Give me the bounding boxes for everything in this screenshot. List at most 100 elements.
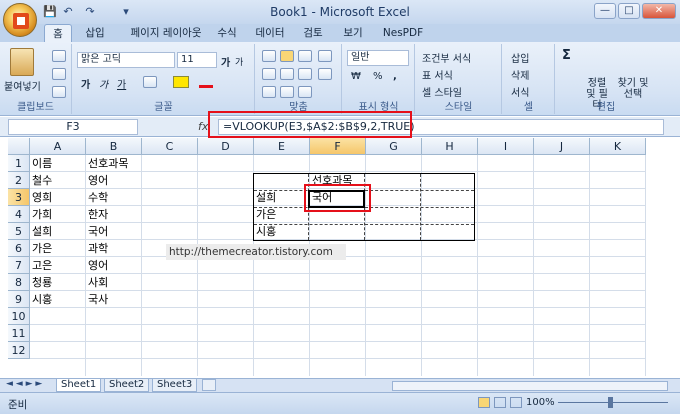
sheet-nav-icons[interactable]: ◄ ◄ ► ►	[6, 379, 42, 389]
cell-a5[interactable]: 설희	[30, 223, 86, 240]
cell-a9[interactable]: 시홍	[30, 291, 86, 308]
cell-a7[interactable]: 고은	[30, 257, 86, 274]
cell-a3[interactable]: 영희	[30, 189, 86, 206]
merge-center-icon[interactable]	[318, 68, 332, 80]
wrap-text-icon[interactable]	[318, 50, 332, 62]
zoom-level[interactable]: 100%	[526, 397, 555, 408]
fx-icon[interactable]: fx	[198, 120, 208, 133]
cut-icon[interactable]	[52, 50, 66, 62]
cell-a8[interactable]: 청룡	[30, 274, 86, 291]
bold-button[interactable]: 가	[81, 76, 90, 91]
cell-b8[interactable]: 사회	[86, 274, 142, 291]
normal-view-icon[interactable]	[478, 397, 490, 408]
copy-icon[interactable]	[52, 68, 66, 80]
cell-a1[interactable]: 이름	[30, 155, 86, 172]
column-header[interactable]: K	[590, 138, 646, 155]
grow-font-button[interactable]: 가	[221, 54, 230, 69]
decrease-indent-icon[interactable]	[262, 86, 276, 98]
close-button[interactable]: ✕	[642, 3, 676, 19]
format-cells-button[interactable]: 서식	[511, 84, 529, 99]
align-top-icon[interactable]	[262, 50, 276, 62]
font-name-select[interactable]: 맑은 고딕	[77, 52, 175, 68]
tab-home[interactable]: 홈	[44, 24, 72, 42]
delete-cells-button[interactable]: 삭제	[511, 67, 529, 82]
column-header[interactable]: D	[198, 138, 254, 155]
cell-e3[interactable]: 설희	[254, 189, 310, 206]
row-header[interactable]: 4	[8, 206, 30, 223]
zoom-slider[interactable]	[558, 402, 668, 403]
cell-b2[interactable]: 영어	[86, 172, 142, 189]
italic-button[interactable]: 가	[99, 76, 108, 91]
row-header[interactable]: 11	[8, 325, 30, 342]
align-center-icon[interactable]	[280, 68, 294, 80]
currency-button[interactable]: ₩	[351, 71, 361, 82]
column-header[interactable]: J	[534, 138, 590, 155]
cell-e5[interactable]: 시홍	[254, 223, 310, 240]
font-size-select[interactable]: 11	[177, 52, 217, 68]
tab-page-layout[interactable]: 페이지 레이아웃	[118, 24, 214, 42]
name-box[interactable]: F3	[8, 119, 138, 135]
row-header[interactable]: 6	[8, 240, 30, 257]
tab-formulas[interactable]: 수식	[210, 24, 244, 42]
cell-b1[interactable]: 선호과목	[86, 155, 142, 172]
cell-b5[interactable]: 국어	[86, 223, 142, 240]
cell-b7[interactable]: 영어	[86, 257, 142, 274]
column-header[interactable]: H	[422, 138, 478, 155]
row-header[interactable]: 1	[8, 155, 30, 172]
tab-view[interactable]: 보기	[336, 24, 370, 42]
underline-button[interactable]: 가	[117, 76, 126, 91]
text-orientation-icon[interactable]	[298, 86, 312, 98]
row-header[interactable]: 9	[8, 291, 30, 308]
cell-a4[interactable]: 가희	[30, 206, 86, 223]
autosum-button[interactable]: Σ	[562, 48, 571, 63]
cell-e4[interactable]: 가은	[254, 206, 310, 223]
page-layout-view-icon[interactable]	[494, 397, 506, 408]
insert-cells-button[interactable]: 삽입	[511, 50, 529, 65]
format-as-table-button[interactable]: 표 서식	[422, 67, 453, 82]
sheet-tab[interactable]: Sheet2	[104, 379, 150, 392]
cell-a6[interactable]: 가은	[30, 240, 86, 257]
cell-b3[interactable]: 수학	[86, 189, 142, 206]
sheet-tab[interactable]: Sheet1	[56, 379, 102, 392]
page-break-view-icon[interactable]	[510, 397, 522, 408]
row-header[interactable]: 5	[8, 223, 30, 240]
office-button[interactable]	[3, 3, 37, 37]
cell-b9[interactable]: 국사	[86, 291, 142, 308]
tab-nespdf[interactable]: NesPDF	[378, 24, 428, 42]
comma-button[interactable]: ,	[393, 71, 397, 82]
horizontal-scrollbar[interactable]	[392, 381, 668, 391]
border-icon[interactable]	[143, 76, 157, 88]
cell-b6[interactable]: 과학	[86, 240, 142, 257]
sheet-tab[interactable]: Sheet3	[152, 379, 198, 392]
row-header[interactable]: 10	[8, 308, 30, 325]
zoom-slider-thumb[interactable]	[608, 397, 613, 408]
font-color-icon[interactable]	[199, 76, 213, 88]
align-right-icon[interactable]	[298, 68, 312, 80]
fill-color-icon[interactable]	[173, 76, 189, 88]
row-header[interactable]: 3	[8, 189, 30, 206]
column-header[interactable]: A	[30, 138, 86, 155]
row-header[interactable]: 2	[8, 172, 30, 189]
format-painter-icon[interactable]	[52, 86, 66, 98]
increase-indent-icon[interactable]	[280, 86, 294, 98]
insert-sheet-icon[interactable]	[202, 379, 216, 391]
conditional-format-button[interactable]: 조건부 서식	[422, 50, 471, 65]
cell-b4[interactable]: 한자	[86, 206, 142, 223]
column-header[interactable]: I	[478, 138, 534, 155]
row-header[interactable]: 12	[8, 342, 30, 359]
cell-styles-button[interactable]: 셀 스타일	[422, 84, 462, 99]
percent-button[interactable]: %	[373, 71, 383, 82]
row-header[interactable]: 8	[8, 274, 30, 291]
tab-data[interactable]: 데이터	[250, 24, 290, 42]
column-header[interactable]: B	[86, 138, 142, 155]
tab-review[interactable]: 검토	[296, 24, 330, 42]
column-header[interactable]: E	[254, 138, 310, 155]
column-header[interactable]: C	[142, 138, 198, 155]
column-header[interactable]: F	[310, 138, 366, 155]
minimize-button[interactable]: —	[594, 3, 616, 19]
align-bottom-icon[interactable]	[298, 50, 312, 62]
cell-a2[interactable]: 철수	[30, 172, 86, 189]
find-select-button[interactable]: 찾기 및 선택	[616, 78, 650, 100]
maximize-button[interactable]: □	[618, 3, 640, 19]
align-middle-icon[interactable]	[280, 50, 294, 62]
